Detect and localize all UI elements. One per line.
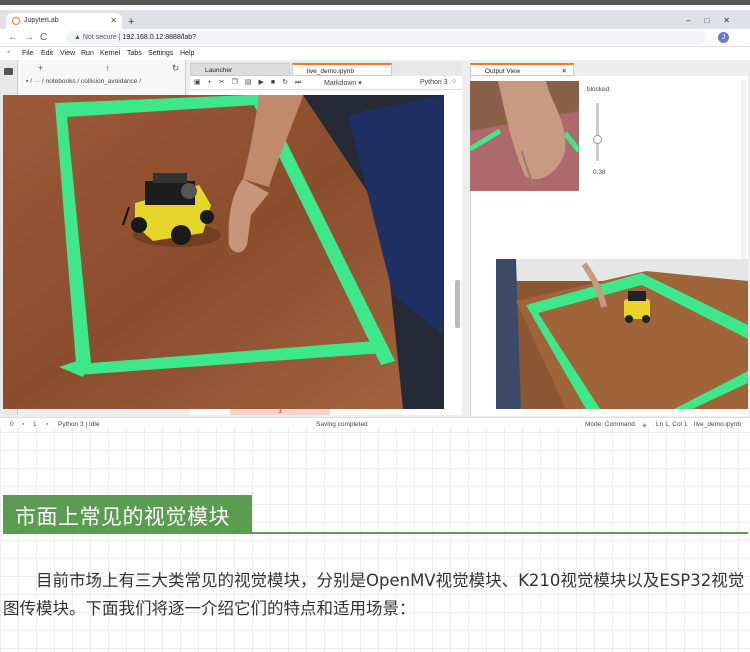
blocked-slider-widget: blocked 0.38 bbox=[585, 81, 645, 201]
save-icon[interactable]: ▣ bbox=[194, 79, 208, 86]
notebook-toolbar: ▣+✂❐▤▶■↻⏭ Markdown ▾ Python 3 ○ bbox=[190, 76, 462, 90]
robot-arena-image bbox=[3, 95, 444, 409]
security-label: Not secure bbox=[82, 34, 117, 41]
close-output-icon[interactable]: ✕ bbox=[562, 67, 567, 75]
tab-title: JupyterLab bbox=[24, 17, 59, 24]
menu-settings[interactable]: Settings bbox=[148, 50, 173, 57]
menu-file[interactable]: File bbox=[22, 50, 33, 57]
jupyter-menubar: ◔ File Edit View Run Kernel Tabs Setting… bbox=[0, 47, 750, 60]
cell-type-select[interactable]: Markdown ▾ bbox=[324, 79, 362, 87]
kernel-status-icon: ○ bbox=[452, 78, 457, 85]
browser-tab[interactable]: JupyterLab ✕ bbox=[6, 13, 122, 29]
camera-feed-thumbnail bbox=[470, 81, 579, 191]
overhead-camera-feed bbox=[496, 259, 748, 409]
close-tab-icon[interactable]: ✕ bbox=[110, 16, 117, 25]
section-heading: 市面上常见的视觉模块 bbox=[3, 495, 252, 532]
browser-window: JupyterLab ✕ + –□✕ ←→C ▲ Not secure | 19… bbox=[0, 0, 750, 428]
scrollbar[interactable] bbox=[455, 280, 460, 328]
warning-icon: ▲ bbox=[74, 34, 83, 41]
cell-counter: 3 bbox=[230, 408, 330, 415]
url-bar[interactable]: ▲ Not secure | 192.168.0.12:8888/lab? bbox=[66, 31, 706, 45]
run-icon[interactable]: ▶ bbox=[259, 79, 271, 86]
nav-buttons: ←→C bbox=[8, 32, 53, 43]
tab-label: Output View bbox=[485, 68, 521, 75]
status-kernels: 1 bbox=[33, 421, 37, 428]
status-shield-icon: ◈ bbox=[642, 422, 647, 428]
status-save: Saving completed bbox=[316, 421, 368, 428]
profile-avatar[interactable]: J bbox=[718, 32, 729, 43]
camera-thumbnail-image bbox=[470, 81, 579, 191]
close-window-icon[interactable]: ✕ bbox=[723, 16, 744, 25]
breadcrumb[interactable]: ▪ / ··· / notebooks / collision_avoidanc… bbox=[26, 78, 141, 85]
breadcrumb-path: / notebooks / collision_avoidance / bbox=[42, 78, 142, 85]
maximize-icon[interactable]: □ bbox=[704, 16, 723, 25]
slider-label: blocked bbox=[587, 86, 610, 93]
status-file: live_demo.ipynb bbox=[694, 421, 741, 428]
url-text: 192.168.0.12:8888/lab? bbox=[122, 34, 197, 41]
slider-track[interactable] bbox=[593, 103, 602, 161]
jupyter-logo-icon: ◔ bbox=[5, 47, 11, 57]
paste-icon[interactable]: ▤ bbox=[245, 79, 259, 86]
menu-tabs[interactable]: Tabs bbox=[127, 50, 142, 57]
reload-icon[interactable]: C bbox=[40, 32, 53, 43]
file-browser: +↑↻ ▪ / ··· / notebooks / collision_avoi… bbox=[18, 60, 186, 100]
status-cursor: Ln 1, Col 1 bbox=[656, 421, 688, 428]
folder-small-icon: ▪ / ··· bbox=[26, 78, 43, 85]
main-camera-feed bbox=[3, 95, 444, 409]
slider-handle[interactable] bbox=[593, 134, 602, 144]
kernel-name: Python 3 bbox=[420, 79, 448, 86]
new-tab-button[interactable]: + bbox=[128, 16, 134, 28]
window-controls: –□✕ bbox=[686, 16, 744, 25]
restart-icon[interactable]: ↻ bbox=[282, 79, 295, 86]
menu-edit[interactable]: Edit bbox=[41, 50, 53, 57]
menu-view[interactable]: View bbox=[60, 50, 75, 57]
cell-type-label: Markdown bbox=[324, 80, 357, 87]
stop-icon[interactable]: ■ bbox=[271, 79, 282, 86]
minimize-icon[interactable]: – bbox=[686, 16, 704, 25]
copy-icon[interactable]: ❐ bbox=[232, 79, 245, 86]
tab-launcher[interactable]: Launcher bbox=[190, 63, 290, 76]
overhead-scene-image bbox=[496, 259, 748, 409]
status-console-icon: ▪ bbox=[46, 421, 49, 428]
address-bar-row: ←→C ▲ Not secure | 192.168.0.12:8888/lab… bbox=[0, 29, 750, 47]
tab-strip: JupyterLab ✕ + –□✕ bbox=[0, 10, 750, 29]
status-kernel-icon: ▪ bbox=[22, 421, 25, 428]
slider-value: 0.38 bbox=[593, 169, 606, 176]
menu-help[interactable]: Help bbox=[180, 50, 194, 57]
toolbar-icons: ▣+✂❐▤▶■↻⏭ bbox=[194, 78, 308, 87]
upload-icon[interactable]: ↑ bbox=[105, 63, 172, 73]
jupyter-favicon-icon bbox=[12, 17, 20, 25]
fast-forward-icon[interactable]: ⏭ bbox=[295, 79, 308, 86]
status-mode: Mode: Command bbox=[585, 421, 635, 428]
tab-label: live_demo.ipynb bbox=[307, 68, 354, 75]
new-file-icon[interactable]: + bbox=[38, 63, 105, 73]
status-terminals: 0 bbox=[10, 421, 14, 428]
status-kernel-state[interactable]: Python 3 | Idle bbox=[58, 421, 99, 428]
cut-icon[interactable]: ✂ bbox=[219, 79, 232, 86]
status-bar: 0 ▪ 1 ▪ Python 3 | Idle Saving completed… bbox=[0, 417, 750, 428]
add-cell-icon[interactable]: + bbox=[208, 79, 219, 86]
heading-underline bbox=[3, 532, 748, 534]
output-tab-bar: Output View ✕ bbox=[470, 62, 748, 76]
menu-kernel[interactable]: Kernel bbox=[100, 50, 120, 57]
menu-run[interactable]: Run bbox=[81, 50, 94, 57]
tab-live-demo[interactable]: live_demo.ipynb bbox=[292, 63, 392, 76]
article-paragraph: 目前市场上有三大类常见的视觉模块，分别是OpenMV视觉模块、K210视觉模块以… bbox=[3, 571, 745, 618]
notebook-tab-bar: Launcher live_demo.ipynb bbox=[190, 62, 462, 76]
tab-output-view[interactable]: Output View ✕ bbox=[470, 63, 574, 76]
folder-icon[interactable] bbox=[4, 68, 13, 75]
back-icon[interactable]: ← bbox=[8, 32, 24, 43]
tab-label: Launcher bbox=[205, 67, 233, 74]
forward-icon[interactable]: → bbox=[24, 32, 40, 43]
